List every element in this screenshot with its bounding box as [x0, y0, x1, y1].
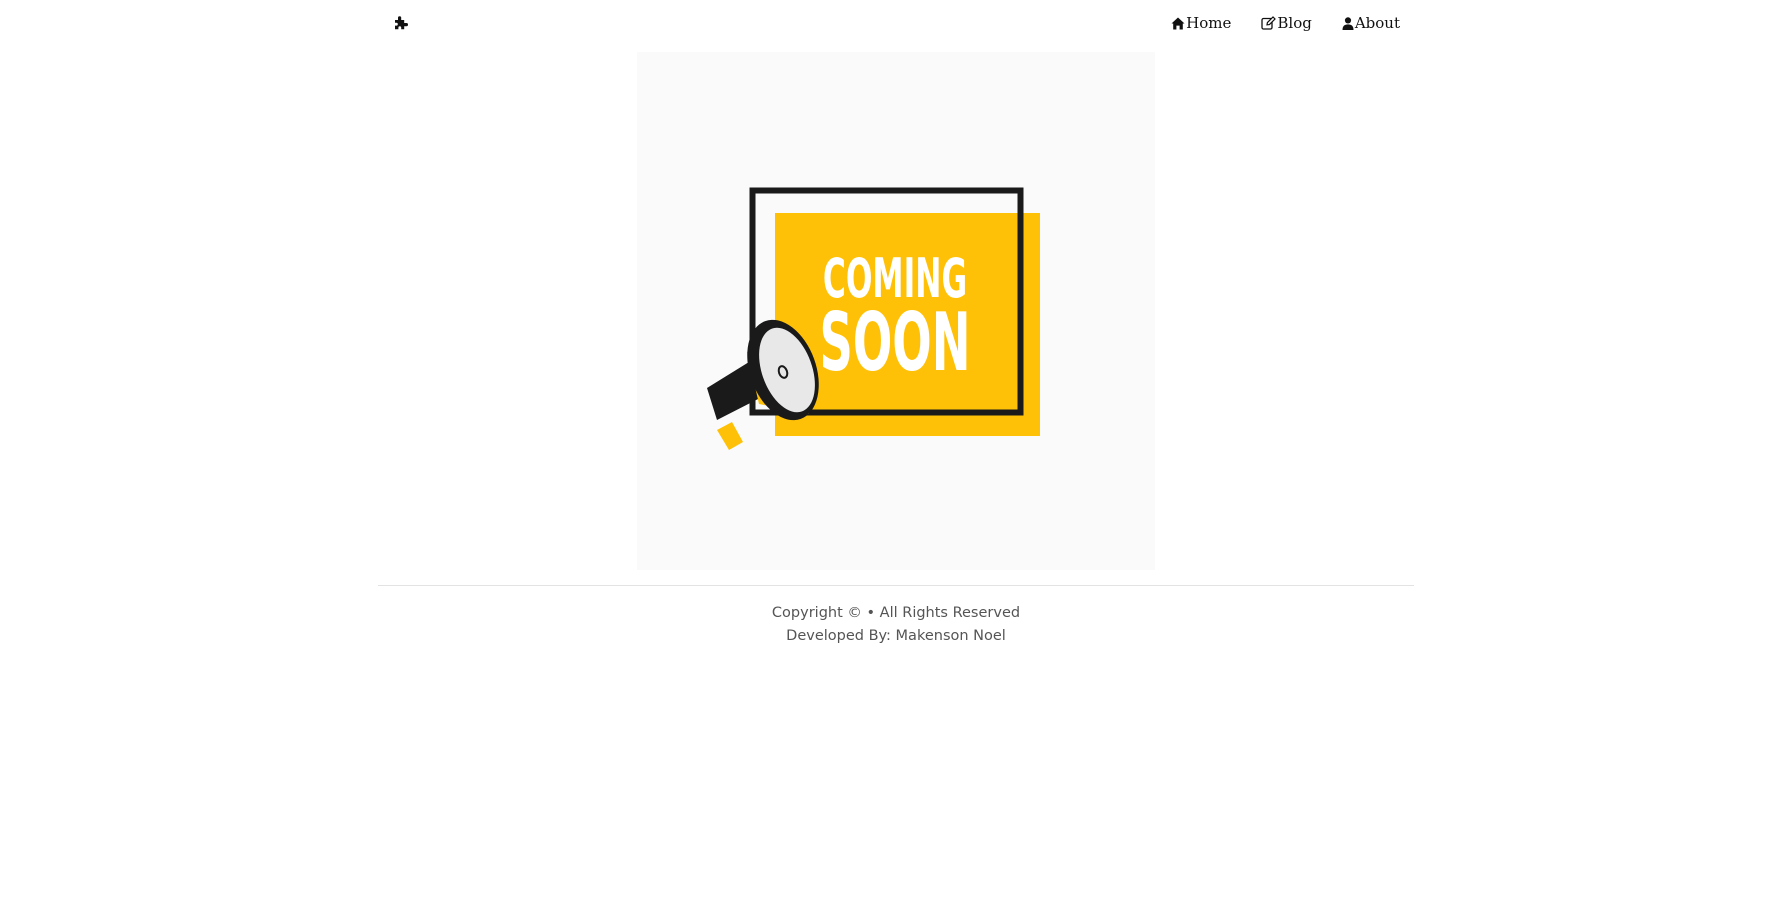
- footer: Copyright © • All Rights Reserved Develo…: [378, 602, 1414, 648]
- page: Home Blog About COMING SOON Copyright © …: [0, 0, 1788, 898]
- nav-link-about[interactable]: About: [1342, 14, 1400, 32]
- nav-link-blog[interactable]: Blog: [1261, 14, 1312, 32]
- edit-icon: [1261, 16, 1277, 30]
- nav-link-about-label: About: [1354, 14, 1400, 32]
- nav-link-blog-label: Blog: [1277, 14, 1312, 32]
- brand-logo[interactable]: [392, 15, 410, 33]
- nav-link-home-label: Home: [1186, 14, 1232, 32]
- puzzle-piece-icon: [395, 16, 408, 30]
- coming-soon-image: COMING SOON: [637, 52, 1155, 570]
- navbar: Home Blog About: [378, 0, 1414, 50]
- soon-text: SOON: [819, 297, 970, 390]
- developer-credit: Developed By: Makenson Noel: [786, 628, 1006, 644]
- user-icon: [1342, 16, 1354, 30]
- copyright-text: Copyright © • All Rights Reserved: [771, 605, 1021, 621]
- footer-divider: [378, 585, 1414, 586]
- nav-links: Home Blog About: [1171, 14, 1400, 32]
- nav-link-home[interactable]: Home: [1171, 14, 1231, 32]
- coming-soon-illustration: COMING SOON: [637, 52, 1155, 570]
- home-icon: [1171, 17, 1185, 29]
